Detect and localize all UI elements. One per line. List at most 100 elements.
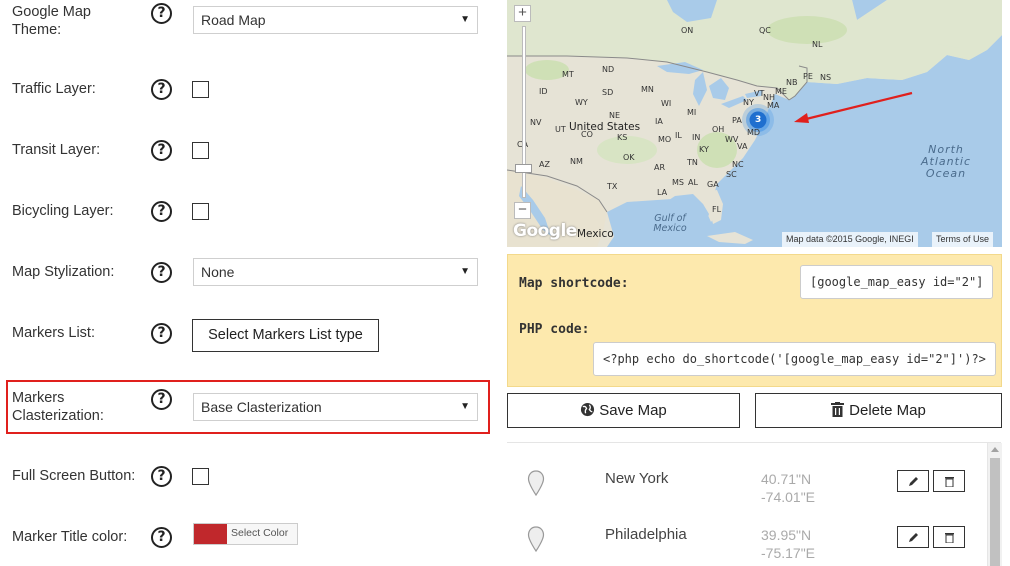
chevron-down-icon: ▼ <box>460 14 470 25</box>
stylization-label: Map Stylization: <box>12 264 115 280</box>
map-label-wy: WY <box>575 98 588 107</box>
shortcode-panel: Map shortcode: [google_map_easy id="2"] … <box>507 254 1002 387</box>
map-label-id: ID <box>539 87 548 96</box>
map-pin-icon <box>527 526 545 557</box>
select-markers-list-button[interactable]: Select Markers List type <box>192 319 379 352</box>
map-label-nl: NL <box>812 40 823 49</box>
map-label-nc: NC <box>732 160 744 169</box>
map-label-nb: NB <box>786 78 798 87</box>
map-label-mo: MO <box>658 135 672 144</box>
map-label-sc: SC <box>726 170 737 179</box>
fullscreen-checkbox[interactable] <box>192 468 209 485</box>
map-label-ia: IA <box>655 117 663 126</box>
delete-map-label: Delete Map <box>849 402 926 419</box>
transit-checkbox[interactable] <box>192 142 209 159</box>
stylization-help-icon[interactable]: ? <box>151 262 172 283</box>
transit-help-icon[interactable]: ? <box>151 140 172 161</box>
theme-help-icon[interactable]: ? <box>151 3 172 24</box>
stylization-select[interactable]: None ▼ <box>193 258 478 286</box>
map-label-ne: NE <box>609 111 621 120</box>
map-label-tx: TX <box>607 182 618 191</box>
fullscreen-help-icon[interactable]: ? <box>151 466 172 487</box>
marker-coords: 39.95"N -75.17"E <box>761 527 816 561</box>
map-label-in: IN <box>692 133 701 142</box>
select-color-label: Select Color <box>231 527 289 539</box>
map-label-ms: MS <box>672 178 684 187</box>
map-label-wi: WI <box>661 99 672 108</box>
chevron-down-icon: ▼ <box>460 266 470 277</box>
list-item: Philadelphia 39.95"N -75.17"E <box>507 518 987 566</box>
marker-name: Philadelphia <box>605 526 687 543</box>
bicycling-checkbox[interactable] <box>192 203 209 220</box>
map-label-gulf: Gulf of Mexico <box>653 213 687 234</box>
map-label-ky: KY <box>699 145 709 154</box>
map-attribution: Map data ©2015 Google, INEGI <box>782 232 918 247</box>
delete-map-button[interactable]: Delete Map <box>755 393 1002 428</box>
zoom-out-button[interactable]: − <box>514 202 531 219</box>
map-label-sd: SD <box>602 88 614 97</box>
markers-list-help-icon[interactable]: ? <box>151 323 172 344</box>
map-label-al: AL <box>688 178 698 187</box>
map-label-mt: MT <box>562 70 574 79</box>
theme-label: Google Map Theme: <box>12 4 91 38</box>
map-label-on: ON <box>681 26 694 35</box>
trash-icon <box>944 474 954 491</box>
pencil-icon <box>908 530 919 547</box>
globe-icon <box>580 396 595 429</box>
map-label-fl: FL <box>712 205 722 214</box>
cluster-count[interactable]: 3 <box>755 115 761 125</box>
map-label-ns: NS <box>820 73 832 82</box>
markers-list-scrollbar[interactable] <box>987 443 1002 566</box>
delete-marker-button[interactable] <box>933 526 965 548</box>
map-shortcode-field[interactable]: [google_map_easy id="2"] <box>800 265 994 299</box>
map-label-la: LA <box>657 188 668 197</box>
zoom-slider-handle[interactable] <box>515 164 532 173</box>
map-label-qc: QC <box>759 26 771 35</box>
traffic-label: Traffic Layer: <box>12 81 96 97</box>
pencil-icon <box>908 474 919 491</box>
color-chip <box>194 524 227 544</box>
terms-of-use-link[interactable]: Terms of Use <box>932 232 994 247</box>
php-code-field[interactable]: <?php echo do_shortcode('[google_map_eas… <box>593 342 996 376</box>
map-label-il: IL <box>675 131 682 140</box>
map-canvas[interactable]: ON QC NL PE NS NB ME VT NH NY MA PA MD O… <box>507 0 1002 247</box>
stylization-select-value: None <box>201 264 235 280</box>
title-color-label: Marker Title color: <box>12 529 128 545</box>
edit-marker-button[interactable] <box>897 470 929 492</box>
save-map-button[interactable]: Save Map <box>507 393 740 428</box>
bicycling-help-icon[interactable]: ? <box>151 201 172 222</box>
map-label-nd: ND <box>602 65 615 74</box>
map-label-ga: GA <box>707 180 719 189</box>
title-color-picker[interactable]: Select Color <box>193 523 298 545</box>
zoom-in-button[interactable]: + <box>514 5 531 22</box>
scroll-up-icon[interactable] <box>991 447 999 452</box>
map-label-oh: OH <box>712 125 725 134</box>
list-item: New York 40.71"N -74.01"E <box>507 462 987 518</box>
map-label-md: MD <box>747 128 761 137</box>
clusterization-help-icon[interactable]: ? <box>151 389 172 410</box>
trash-icon <box>944 530 954 547</box>
theme-select[interactable]: Road Map ▼ <box>193 6 478 34</box>
map-label-ny: NY <box>743 98 754 107</box>
transit-label: Transit Layer: <box>12 142 101 158</box>
markers-list: New York 40.71"N -74.01"E Philadelphia 39… <box>507 442 1001 566</box>
trash-icon <box>831 396 845 429</box>
traffic-help-icon[interactable]: ? <box>151 79 172 100</box>
map-label-nm: NM <box>570 157 583 166</box>
map-label-az: AZ <box>539 160 550 169</box>
map-label-pa: PA <box>732 116 742 125</box>
traffic-checkbox[interactable] <box>192 81 209 98</box>
markers-list-label: Markers List: <box>12 325 95 341</box>
edit-marker-button[interactable] <box>897 526 929 548</box>
bicycling-label: Bicycling Layer: <box>12 203 114 219</box>
delete-marker-button[interactable] <box>933 470 965 492</box>
map-shortcode-label: Map shortcode: <box>519 276 629 291</box>
clusterization-select[interactable]: Base Clasterization ▼ <box>193 393 478 421</box>
map-label-ok: OK <box>623 153 635 162</box>
scrollbar-thumb[interactable] <box>990 458 1000 566</box>
map-label-nv: NV <box>530 118 542 127</box>
google-logo: Google <box>513 221 577 241</box>
clusterization-select-value: Base Clasterization <box>201 399 322 415</box>
title-color-help-icon[interactable]: ? <box>151 527 172 548</box>
map-label-ma: MA <box>767 101 780 110</box>
